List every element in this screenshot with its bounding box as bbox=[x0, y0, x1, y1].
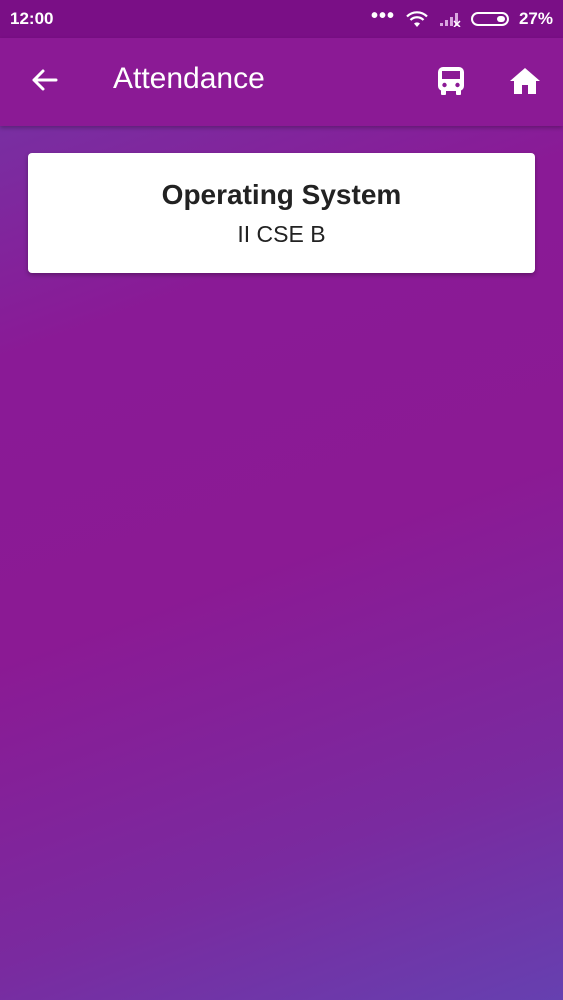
status-icons: ••• 27% bbox=[370, 5, 553, 29]
arrow-left-icon bbox=[32, 69, 58, 91]
wifi-icon bbox=[406, 11, 428, 27]
battery-percent: 27% bbox=[518, 9, 553, 28]
battery-icon bbox=[470, 12, 509, 26]
subject-name: Operating System bbox=[161, 179, 402, 210]
signal-icon bbox=[439, 13, 461, 27]
page-title: Attendance bbox=[113, 62, 265, 95]
status-time: 12:00 bbox=[10, 9, 54, 28]
subject-card[interactable]: Operating System II CSE B bbox=[28, 153, 535, 273]
class-name: II CSE B bbox=[237, 221, 326, 247]
bus-button[interactable] bbox=[432, 62, 470, 100]
app-bar: Attendance bbox=[0, 38, 563, 126]
back-button[interactable] bbox=[24, 60, 64, 100]
status-bar: 12:00 ••• 27% bbox=[0, 0, 563, 38]
bus-icon bbox=[438, 67, 464, 95]
more-dots-icon: ••• bbox=[370, 5, 395, 27]
home-icon bbox=[510, 68, 540, 94]
home-button[interactable] bbox=[505, 62, 545, 100]
